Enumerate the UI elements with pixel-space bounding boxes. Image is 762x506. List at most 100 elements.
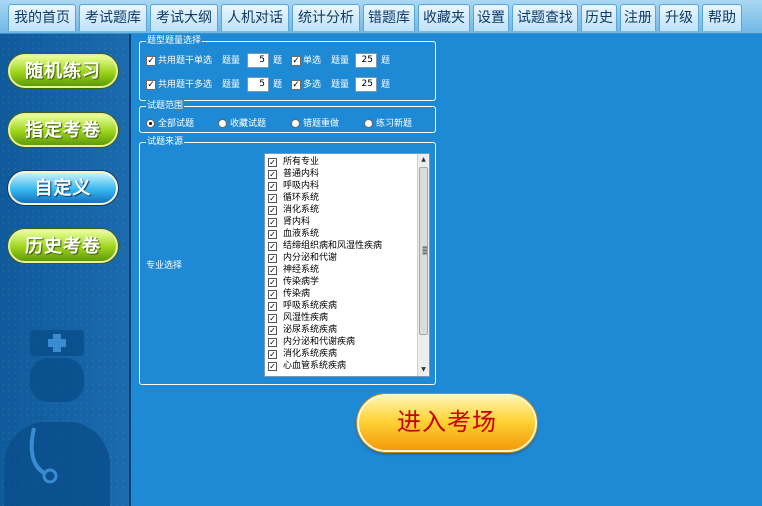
shared-stem-multi-checkbox[interactable]: ✓ [146,80,156,90]
scope-redo-wrong-radio[interactable] [291,119,300,128]
shared-stem-single-qty-input[interactable]: 5 [247,53,269,68]
list-item[interactable]: ✓ 内分泌和代谢 [268,252,337,264]
specialty-checkbox[interactable]: ✓ [268,278,277,287]
list-item[interactable]: ✓ 普通内科 [268,168,319,180]
tab-register[interactable]: 注册 [620,4,656,31]
single-choice-qty-input[interactable]: 25 [355,53,377,68]
list-item[interactable]: ✓ 风湿性疾病 [268,312,328,324]
scope-new-practice-label: 练习新题 [376,119,413,129]
list-item[interactable]: ✓ 心血管系统疾病 [268,360,346,372]
specialty-checkbox[interactable]: ✓ [268,350,277,359]
single-choice-label: 单选 [303,56,322,66]
tab-question-search[interactable]: 试题查找 [512,4,578,31]
assigned-exam-button[interactable]: 指定考卷 [8,113,118,147]
shared-stem-single-unit: 题 [273,56,283,66]
list-item-label: 肾内科 [283,217,311,227]
list-item[interactable]: ✓ 内分泌和代谢疾病 [268,336,355,348]
enter-exam-button[interactable]: 进入考场 [357,394,537,452]
list-scrollbar[interactable]: ▲ ▬ ▬ ▬ ▼ [417,154,429,376]
list-item[interactable]: ✓ 血液系统 [268,228,319,240]
list-item[interactable]: ✓ 呼吸内科 [268,180,319,192]
list-item[interactable]: ✓ 传染病学 [268,276,319,288]
list-item[interactable]: ✓ 泌尿系统疾病 [268,324,337,336]
shared-stem-single-label: 共用题干单选 [158,56,213,66]
single-choice-qty-label: 题量 [331,56,350,66]
specialty-checkbox[interactable]: ✓ [268,242,277,251]
list-item-label: 消化系统疾病 [283,349,338,359]
specialty-checkbox[interactable]: ✓ [268,158,277,167]
tab-history[interactable]: 历史 [581,4,617,31]
list-item[interactable]: ✓ 神经系统 [268,264,319,276]
shared-stem-multi-label: 共用题干多选 [158,80,213,90]
list-item-label: 呼吸系统疾病 [283,301,338,311]
question-count-group-title: 题型题量选择 [146,35,203,47]
specialty-select-label: 专业选择 [146,261,183,271]
list-item[interactable]: ✓ 肾内科 [268,216,310,228]
tab-upgrade[interactable]: 升级 [659,4,699,31]
list-item-label: 循环系统 [283,193,320,203]
scroll-down-icon[interactable]: ▼ [418,364,429,376]
list-item[interactable]: ✓ 呼吸系统疾病 [268,300,337,312]
list-item-label: 呼吸内科 [283,181,320,191]
specialty-checkbox[interactable]: ✓ [268,338,277,347]
specialty-checkbox[interactable]: ✓ [268,182,277,191]
custom-button[interactable]: 自定义 [8,171,118,205]
tab-home[interactable]: 我的首页 [8,4,76,31]
specialty-checkbox[interactable]: ✓ [268,230,277,239]
scope-redo-wrong-label: 错题重做 [303,119,340,129]
scroll-up-icon[interactable]: ▲ [418,154,429,166]
specialty-list[interactable]: ✓ 所有专业 ✓ 普通内科 ✓ 呼吸内科 ✓ 循环系统 ✓ 消化系统 ✓ 肾内科 ✓ 血液系统… [264,153,430,377]
specialty-checkbox[interactable]: ✓ [268,194,277,203]
shared-stem-multi-qty-label: 题量 [222,80,241,90]
list-item-label: 结缔组织病和风湿性疾病 [283,241,383,251]
tab-man-machine-dialog[interactable]: 人机对话 [221,4,289,31]
specialty-checkbox[interactable]: ✓ [268,326,277,335]
shared-stem-multi-qty-input[interactable]: 5 [247,77,269,92]
specialty-checkbox[interactable]: ✓ [268,314,277,323]
list-item-label: 泌尿系统疾病 [283,325,338,335]
tab-help[interactable]: 帮助 [702,4,742,31]
list-item-label: 内分泌和代谢疾病 [283,337,356,347]
list-item[interactable]: ✓ 所有专业 [268,156,319,168]
history-exam-button[interactable]: 历史考卷 [8,229,118,263]
question-scope-group-title: 试题范围 [146,100,185,112]
grip-icon: ▬ ▬ ▬ [422,244,428,257]
tab-wrong-questions[interactable]: 错题库 [363,4,415,31]
list-item[interactable]: ✓ 循环系统 [268,192,319,204]
scope-all-radio[interactable] [146,119,155,128]
multi-choice-checkbox[interactable]: ✓ [291,80,301,90]
scrollbar-thumb[interactable]: ▬ ▬ ▬ [419,167,428,335]
specialty-checkbox[interactable]: ✓ [268,302,277,311]
specialty-checkbox[interactable]: ✓ [268,362,277,371]
multi-choice-qty-input[interactable]: 25 [355,77,377,92]
left-sidebar: 随机练习 指定考卷 自定义 历史考卷 [0,34,131,506]
list-item-label: 普通内科 [283,169,320,179]
single-choice-checkbox[interactable]: ✓ [291,56,301,66]
specialty-checkbox[interactable]: ✓ [268,254,277,263]
scope-favorites-radio[interactable] [218,119,227,128]
top-tab-bar: 我的首页 考试题库 考试大纲 人机对话 统计分析 错题库 收藏夹 设置 试题查找… [0,0,762,34]
list-item[interactable]: ✓ 传染病 [268,288,310,300]
tab-statistics[interactable]: 统计分析 [292,4,360,31]
list-item-label: 内分泌和代谢 [283,253,338,263]
specialty-checkbox[interactable]: ✓ [268,170,277,179]
tab-favorites[interactable]: 收藏夹 [418,4,470,31]
list-item[interactable]: ✓ 消化系统疾病 [268,348,337,360]
list-item[interactable]: ✓ 结缔组织病和风湿性疾病 [268,240,382,252]
list-item-label: 传染病学 [283,277,320,287]
scope-new-practice-radio[interactable] [364,119,373,128]
tab-exam-bank[interactable]: 考试题库 [79,4,147,31]
tab-settings[interactable]: 设置 [473,4,509,31]
specialty-checkbox[interactable]: ✓ [268,290,277,299]
specialty-checkbox[interactable]: ✓ [268,266,277,275]
list-item-label: 所有专业 [283,157,320,167]
list-item[interactable]: ✓ 消化系统 [268,204,319,216]
tab-exam-outline[interactable]: 考试大纲 [150,4,218,31]
specialty-checkbox[interactable]: ✓ [268,218,277,227]
specialty-checkbox[interactable]: ✓ [268,206,277,215]
random-practice-button[interactable]: 随机练习 [8,54,118,88]
question-count-group: 题型题量选择 [139,35,436,101]
doctor-illustration-icon [4,330,110,506]
list-item-label: 神经系统 [283,265,320,275]
shared-stem-single-checkbox[interactable]: ✓ [146,56,156,66]
